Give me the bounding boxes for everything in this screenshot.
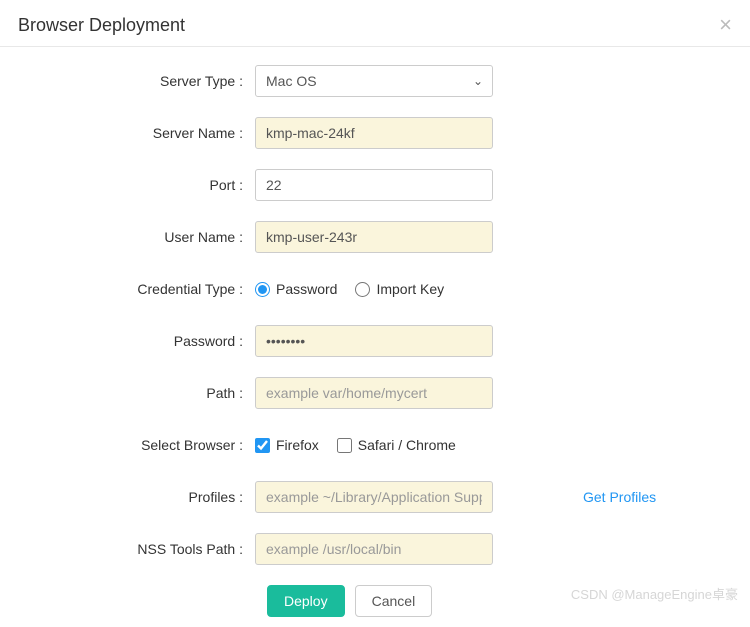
- row-select-browser: Select Browser : Firefox Safari / Chrome: [30, 429, 720, 461]
- row-user-name: User Name :: [30, 221, 720, 253]
- checkbox-firefox-label: Firefox: [276, 437, 319, 453]
- radio-password[interactable]: Password: [255, 281, 337, 297]
- row-server-name: Server Name :: [30, 117, 720, 149]
- radio-import-key-input[interactable]: [355, 282, 370, 297]
- row-server-type: Server Type : Mac OS ⌄: [30, 65, 720, 97]
- checkbox-firefox-input[interactable]: [255, 438, 270, 453]
- modal-header: Browser Deployment ×: [0, 0, 750, 47]
- profiles-input[interactable]: [255, 481, 493, 513]
- label-path: Path :: [30, 385, 255, 401]
- server-type-select[interactable]: Mac OS: [255, 65, 493, 97]
- nss-tools-path-input[interactable]: [255, 533, 493, 565]
- form-body: Server Type : Mac OS ⌄ Server Name : Por…: [0, 47, 750, 627]
- label-credential-type: Credential Type :: [30, 281, 255, 297]
- label-select-browser: Select Browser :: [30, 437, 255, 453]
- path-input[interactable]: [255, 377, 493, 409]
- label-user-name: User Name :: [30, 229, 255, 245]
- label-password: Password :: [30, 333, 255, 349]
- label-server-type: Server Type :: [30, 73, 255, 89]
- row-port: Port :: [30, 169, 720, 201]
- radio-import-key[interactable]: Import Key: [355, 281, 444, 297]
- get-profiles-link[interactable]: Get Profiles: [583, 489, 656, 505]
- checkbox-firefox[interactable]: Firefox: [255, 437, 319, 453]
- server-name-input[interactable]: [255, 117, 493, 149]
- credential-type-radio-group: Password Import Key: [255, 273, 444, 305]
- row-credential-type: Credential Type : Password Import Key: [30, 273, 720, 305]
- radio-password-input[interactable]: [255, 282, 270, 297]
- label-port: Port :: [30, 177, 255, 193]
- deploy-button[interactable]: Deploy: [267, 585, 345, 617]
- row-nss-tools-path: NSS Tools Path :: [30, 533, 720, 565]
- password-input[interactable]: [255, 325, 493, 357]
- cancel-button[interactable]: Cancel: [355, 585, 433, 617]
- checkbox-safari-chrome-input[interactable]: [337, 438, 352, 453]
- radio-import-key-label: Import Key: [376, 281, 444, 297]
- checkbox-safari-chrome[interactable]: Safari / Chrome: [337, 437, 456, 453]
- row-path: Path :: [30, 377, 720, 409]
- row-profiles: Profiles : Get Profiles: [30, 481, 720, 513]
- close-icon[interactable]: ×: [719, 14, 732, 36]
- label-profiles: Profiles :: [30, 489, 255, 505]
- label-nss-tools-path: NSS Tools Path :: [30, 541, 255, 557]
- button-row: Deploy Cancel: [30, 585, 720, 617]
- checkbox-safari-chrome-label: Safari / Chrome: [358, 437, 456, 453]
- user-name-input[interactable]: [255, 221, 493, 253]
- browser-checkbox-group: Firefox Safari / Chrome: [255, 429, 456, 461]
- modal-title: Browser Deployment: [18, 15, 185, 36]
- label-server-name: Server Name :: [30, 125, 255, 141]
- port-input[interactable]: [255, 169, 493, 201]
- radio-password-label: Password: [276, 281, 337, 297]
- row-password: Password :: [30, 325, 720, 357]
